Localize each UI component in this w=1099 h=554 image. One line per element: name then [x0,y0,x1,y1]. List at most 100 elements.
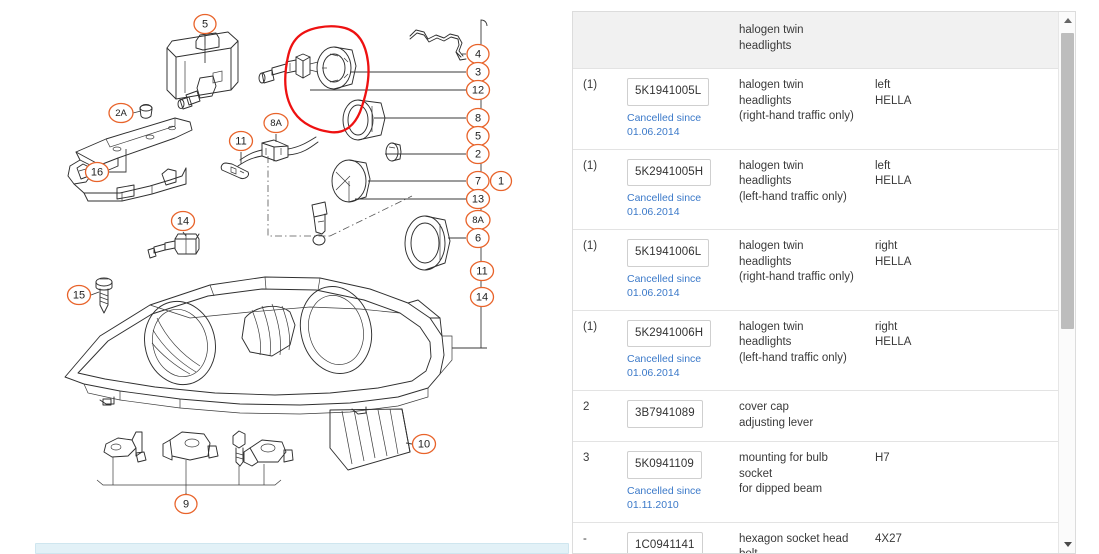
row-index: (1) [583,240,598,252]
cancelled-label: Cancelled since [627,484,702,497]
extra-line: HELLA [875,336,912,348]
callout-15[interactable]: 15 [66,284,92,306]
scrollbar-thumb[interactable] [1061,33,1074,329]
callout-right-2[interactable]: 2 [466,143,490,165]
part-13-bulb-holder-stem [311,201,328,246]
callout-11[interactable]: 11 [228,130,254,152]
part-number-box[interactable]: 5K1941005L [627,78,710,106]
callout-right-7[interactable]: 7 [466,170,490,192]
callout-right-1[interactable]: 1 [489,170,513,192]
callout-right-3[interactable]: 3 [466,61,490,83]
part-number-box[interactable]: 5K1941006L [627,239,710,267]
exploded-parts-diagram: 5 2A 16 11 8A 14 15 9 10 4 3 12 8 5 2 7 … [64,13,513,515]
table-row[interactable]: (1) 5K2941005H Cancelled since 01.06.2014 ha… [573,149,1075,230]
callout-10[interactable]: 10 [411,433,437,455]
extra-line: right [875,320,898,333]
callout-9[interactable]: 9 [174,493,198,515]
extra-line: HELLA [875,255,912,268]
description-line: halogen twin [739,320,804,333]
extra-line: HELLA [875,94,912,107]
part-9-mounting-bracket-set [96,430,294,495]
cancelled-date: 01.06.2014 [627,125,680,138]
callout-right-8[interactable]: 8 [466,107,490,129]
callout-14[interactable]: 14 [170,210,196,232]
row-description-cell: cover cap adjusting lever [735,391,871,442]
description-line: for dipped beam [739,483,823,495]
description-line: bolt [739,548,758,554]
row-index-cell: (1) [573,310,623,391]
part-number-box[interactable]: 1C0941141 [627,531,703,553]
part-number-box[interactable]: 5K0941109 [627,451,702,479]
svg-text:8: 8 [475,113,481,125]
callout-right-5[interactable]: 5 [466,125,490,147]
row-extra-cell: 4X27 [871,522,999,553]
cancelled-since-link[interactable]: Cancelled since 01.06.2014 [627,352,731,380]
callout-2A[interactable]: 2A [108,102,134,124]
callout-right-14[interactable]: 14 [469,286,495,308]
header-description-cell: halogen twin headlights [735,12,871,69]
row-index-cell: - [573,522,623,553]
right-leader-lines [310,19,488,349]
svg-text:5: 5 [202,19,208,31]
svg-text:2: 2 [475,149,481,161]
row-extra-cell: left HELLA [871,149,999,230]
extra-line: right [875,240,898,252]
row-index: 2 [583,401,590,413]
description-line: headlights [739,255,792,268]
header-index-cell [573,12,623,69]
row-description-cell: halogen twin headlights (left-hand traffic… [735,149,871,230]
callout-right-11[interactable]: 11 [469,260,495,282]
row-extra-cell [871,391,999,442]
cancelled-since-link[interactable]: Cancelled since 01.06.2014 [627,272,731,300]
table-row[interactable]: (1) 5K1941005L Cancelled since 01.06.2014 ha… [573,69,1075,150]
callout-right-12[interactable]: 12 [465,79,491,101]
table-row[interactable]: - 1C0941141 hexagon socket head bolt 4X27 [573,522,1075,554]
callout-right-6[interactable]: 6 [466,227,490,249]
table-row[interactable]: 2 3B7941089 cover cap adjusting lever [573,391,1075,442]
part-number-box[interactable]: 5K2941005H [627,158,712,186]
callout-16[interactable]: 16 [84,161,110,183]
table-row[interactable]: (1) 5K2941006H Cancelled since 01.06.2014 ha… [573,310,1075,391]
header-description-line: halogen twin [739,24,804,36]
part-15-self-tapping-screw [95,277,113,314]
row-description-cell: mounting for bulb socket for dipped beam [735,442,871,523]
part-3-bulb-socket-mount [316,46,357,90]
description-line: (right-hand traffic only) [739,271,854,283]
row-index-cell: (1) [573,69,623,150]
description-line: headlights [739,94,792,107]
table-row[interactable]: 3 5K0941109 Cancelled since 01.11.2010 mount… [573,442,1075,523]
callout-right-13[interactable]: 13 [465,188,491,210]
svg-text:5: 5 [475,131,481,143]
row-index: (1) [583,79,598,91]
row-description-cell: halogen twin headlights (right-hand traffi… [735,230,871,311]
description-line: (left-hand traffic only) [739,190,847,203]
extra-line: 4X27 [875,532,902,545]
callout-right-8A[interactable]: 8A [465,209,491,231]
extra-line: HELLA [875,175,912,187]
callout-right-4[interactable]: 4 [466,43,490,65]
svg-text:8A: 8A [472,215,484,226]
part-number-box[interactable]: 3B7941089 [627,400,703,428]
header-partnumber-cell [623,12,735,69]
vertical-scrollbar[interactable] [1058,12,1075,553]
cancelled-since-link[interactable]: Cancelled since 01.11.2010 [627,484,731,512]
row-index-cell: 3 [573,442,623,523]
cancelled-since-link[interactable]: Cancelled since 01.06.2014 [627,191,731,219]
cancelled-since-link[interactable]: Cancelled since 01.06.2014 [627,111,731,139]
scroll-down-arrow-icon [1063,542,1072,547]
callout-5[interactable]: 5 [193,13,217,35]
scroll-down-button[interactable] [1059,536,1075,553]
cancelled-date: 01.06.2014 [627,206,680,218]
svg-text:10: 10 [418,439,430,451]
table-header-row: halogen twin headlights [573,12,1075,69]
table-row[interactable]: (1) 5K1941006L Cancelled since 01.06.2014 ha… [573,230,1075,311]
part-2A-cover-cap [139,104,153,119]
svg-text:6: 6 [475,233,481,245]
headlight-assembly-body [64,276,453,415]
svg-text:13: 13 [472,194,484,206]
callout-8A[interactable]: 8A [263,112,289,134]
svg-text:16: 16 [91,167,103,179]
part-number-box[interactable]: 5K2941006H [627,319,712,347]
parts-diagram-pane: 5 2A 16 11 8A 14 15 9 10 4 3 12 8 5 2 7 … [0,0,570,554]
scroll-up-button[interactable] [1059,12,1075,29]
